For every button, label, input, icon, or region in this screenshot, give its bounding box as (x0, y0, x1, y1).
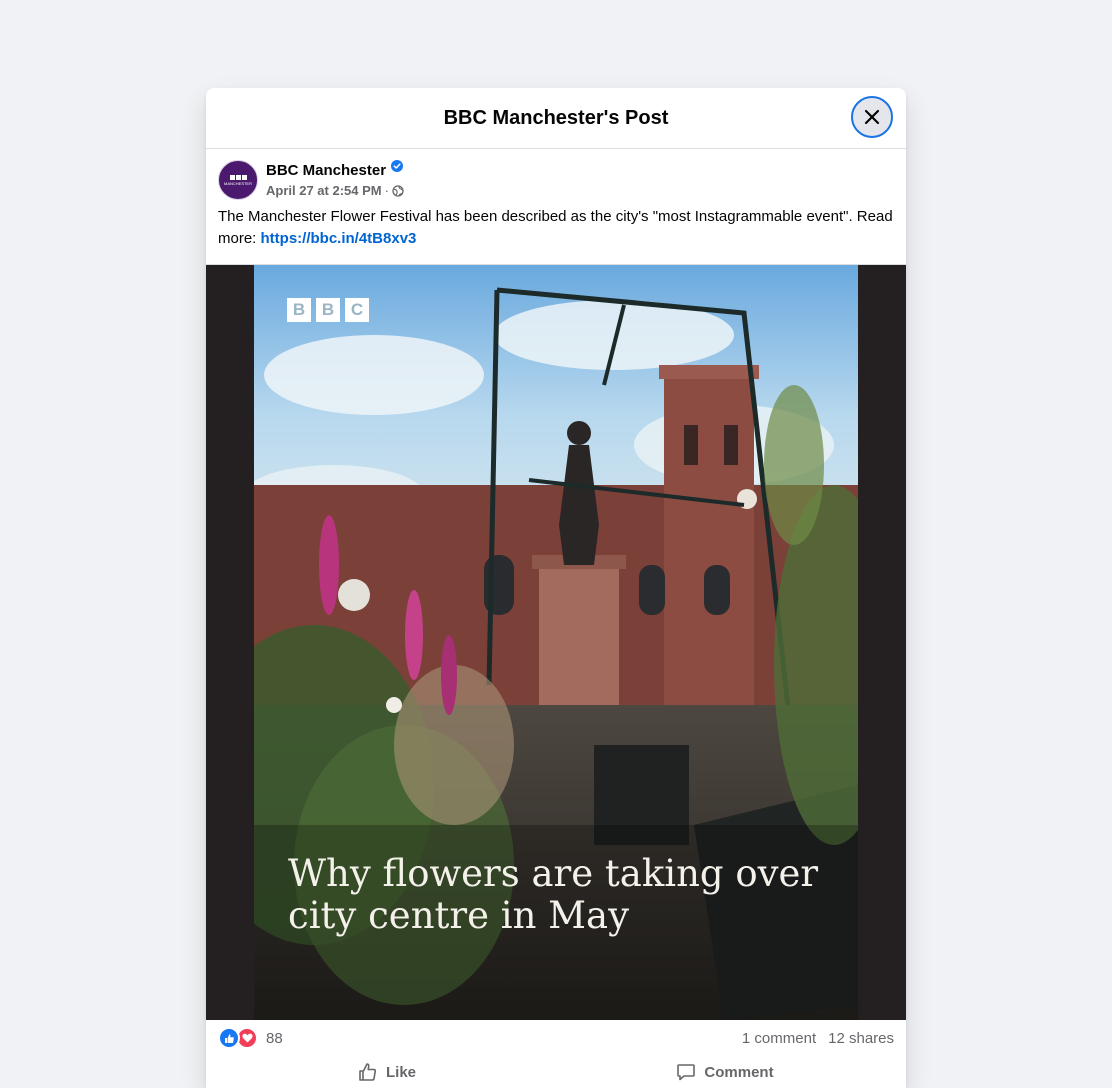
post-timestamp[interactable]: April 27 at 2:54 PM (266, 183, 382, 198)
close-icon (864, 109, 880, 125)
thumbs-up-icon (359, 1063, 377, 1081)
post-media[interactable]: B B C Why flowers are taking over city c… (206, 264, 906, 1020)
like-reaction-icon (218, 1027, 240, 1049)
logo-letter: B (287, 298, 311, 322)
avatar-text: MANCHESTER (223, 180, 252, 186)
reaction-count: 88 (266, 1029, 283, 1047)
comment-button[interactable]: Comment (556, 1054, 894, 1088)
avatar[interactable]: MANCHESTER (218, 160, 258, 200)
engagement-stats: 88 1 comment 12 shares (218, 1026, 894, 1050)
comment-icon (677, 1064, 696, 1081)
reactions-summary[interactable]: 88 (218, 1027, 283, 1049)
close-button[interactable] (851, 96, 893, 138)
caption-line: city centre in May (288, 894, 630, 937)
share-count-link[interactable]: 12 shares (828, 1030, 894, 1047)
post-actions: Like Comment (218, 1054, 894, 1088)
comment-count-link[interactable]: 1 comment (742, 1030, 816, 1047)
globe-icon[interactable] (392, 184, 404, 197)
post-dialog: BBC Manchester's Post MANCHESTER BBC Man… (206, 88, 906, 1088)
post-header: MANCHESTER BBC Manchester April 27 at 2:… (218, 160, 404, 200)
like-button[interactable]: Like (218, 1054, 556, 1088)
video-caption: Why flowers are taking over city centre … (288, 853, 848, 937)
dialog-header: BBC Manchester's Post (206, 88, 906, 149)
caption-line: Why flowers are taking over (288, 852, 819, 895)
post-link[interactable]: https://bbc.in/4tB8xv3 (261, 230, 417, 247)
logo-letter: B (316, 298, 340, 322)
meta-separator: · (384, 183, 389, 198)
dialog-title: BBC Manchester's Post (443, 106, 669, 129)
comment-label: Comment (704, 1063, 774, 1081)
post-text: The Manchester Flower Festival has been … (218, 206, 898, 250)
bbc-watermark: B B C (287, 298, 369, 322)
post-image[interactable]: B B C Why flowers are taking over city c… (254, 265, 858, 1020)
bbc-logo-icon (229, 174, 247, 180)
verified-badge-icon (391, 160, 404, 172)
page-name-link[interactable]: BBC Manchester (266, 162, 386, 179)
like-label: Like (385, 1063, 416, 1081)
logo-letter: C (345, 298, 369, 322)
